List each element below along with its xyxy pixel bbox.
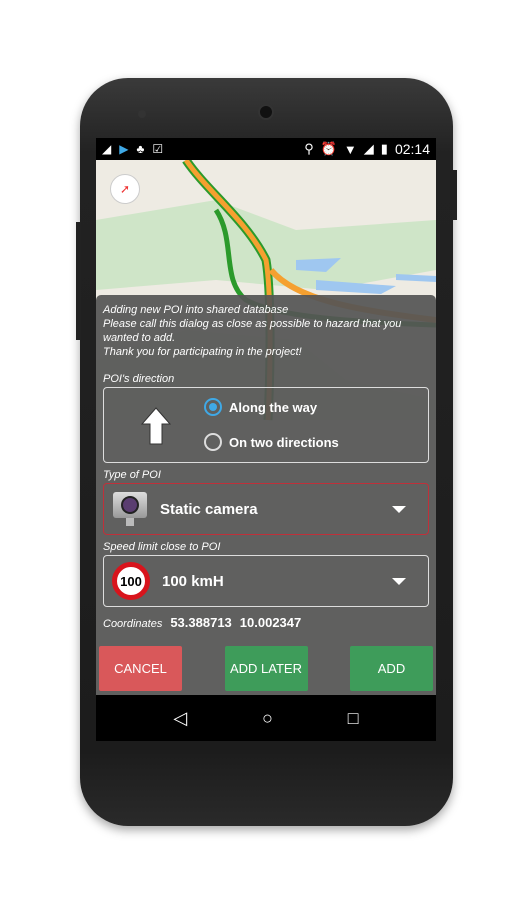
latitude: 53.388713: [170, 615, 232, 630]
add-poi-dialog: Adding new POI into shared database Plea…: [96, 295, 436, 695]
clock: 02:14: [394, 141, 430, 157]
speed-limit-dropdown[interactable]: 100 100 kmH: [103, 555, 429, 607]
radio-label: On two directions: [229, 434, 339, 450]
intro-line: Thank you for participating in the proje…: [103, 346, 302, 358]
direction-label: POI's direction: [103, 373, 175, 385]
dropdown-caret-icon: [392, 505, 406, 513]
coordinates: Coordinates 53.388713 10.002347: [103, 615, 429, 630]
speed-limit-sign-icon: 100: [112, 562, 150, 600]
radio-along-the-way[interactable]: Along the way: [204, 398, 317, 416]
alarm-icon: ⏰: [320, 141, 337, 156]
front-camera: [138, 110, 146, 118]
screen: ◢ ▶ ♣ ☑ ⚲ ⏰ ▼ ◢ ▮ 02:14 ➚ Adding new POI…: [96, 138, 436, 741]
play-icon: ▶: [119, 142, 129, 156]
speed-label: Speed limit close to POI: [103, 541, 221, 553]
recents-icon[interactable]: □: [348, 708, 359, 729]
poi-type-value: Static camera: [160, 500, 258, 518]
up-arrow-icon: [140, 407, 172, 445]
type-label: Type of POI: [103, 469, 161, 481]
power-button: [452, 170, 457, 220]
clipboard-check-icon: ☑: [152, 142, 164, 156]
navigation-bar: ◁ ○ □: [96, 695, 436, 741]
compass-icon[interactable]: ➚: [110, 174, 140, 204]
poi-type-dropdown[interactable]: Static camera: [103, 483, 429, 535]
intro-line: Please call this dialog as close as poss…: [103, 318, 402, 344]
add-button[interactable]: ADD: [350, 646, 433, 691]
coordinates-label: Coordinates: [103, 618, 163, 630]
radio-label: Along the way: [229, 399, 318, 415]
location-icon: ⚲: [304, 141, 314, 156]
home-icon[interactable]: ○: [262, 708, 273, 729]
notification-icon: ◢: [102, 142, 112, 156]
status-bar: ◢ ▶ ♣ ☑ ⚲ ⏰ ▼ ◢ ▮ 02:14: [96, 138, 436, 160]
signal-icon: ◢: [363, 141, 374, 156]
back-icon[interactable]: ◁: [173, 708, 187, 729]
speed-limit-value: 100 kmH: [162, 572, 224, 590]
static-camera-icon: [112, 490, 148, 528]
direction-box: Along the way On two directions: [103, 387, 429, 463]
intro-line: Adding new POI into shared database: [103, 304, 289, 316]
wifi-icon: ▼: [343, 141, 357, 157]
battery-icon: ▮: [380, 141, 388, 156]
dropdown-caret-icon: [392, 577, 406, 585]
add-later-button[interactable]: ADD LATER: [224, 646, 308, 691]
radio-selected-icon: [204, 398, 222, 416]
radio-unselected-icon: [204, 433, 222, 451]
radio-two-directions[interactable]: On two directions: [204, 433, 339, 451]
android-icon: ♣: [136, 142, 145, 156]
earpiece-speaker: [258, 104, 274, 120]
cancel-button[interactable]: CANCEL: [99, 646, 182, 691]
volume-button: [76, 222, 81, 340]
longitude: 10.002347: [239, 615, 302, 630]
